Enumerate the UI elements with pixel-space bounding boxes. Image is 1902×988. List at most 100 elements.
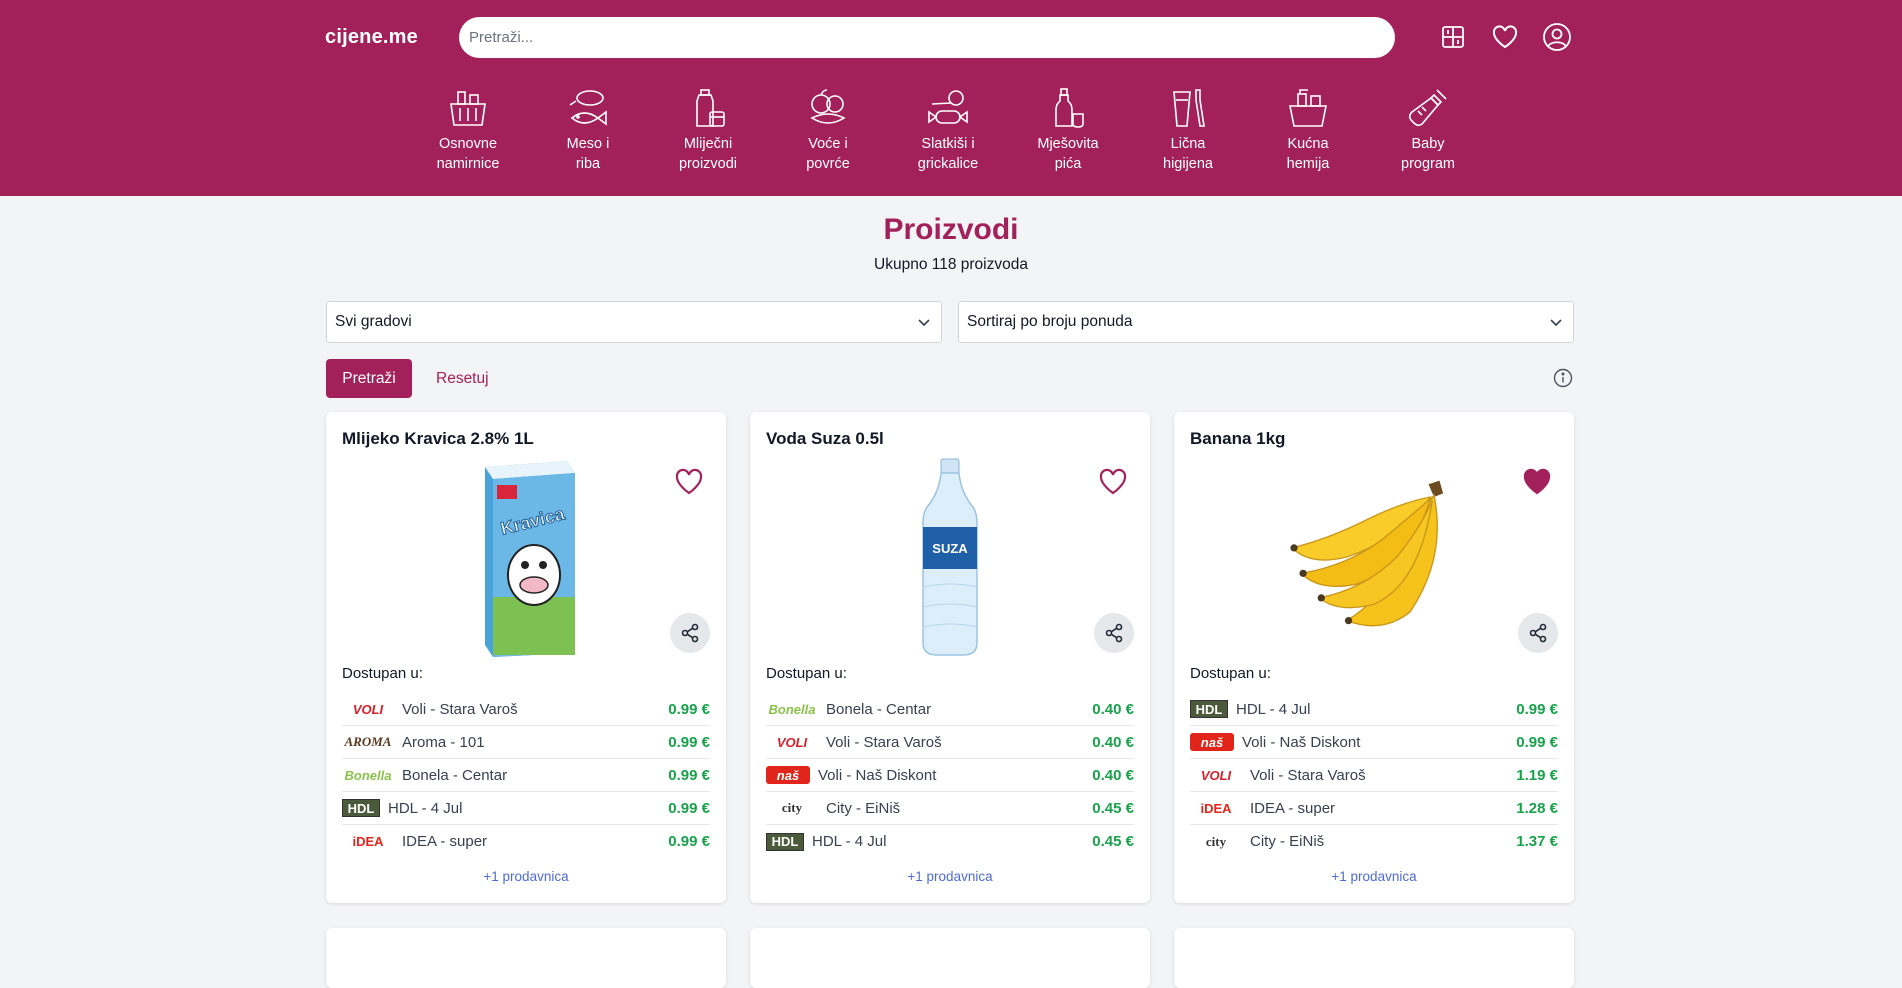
product-card[interactable]: Banana 1kg Dostupan u: HDL HDL - 4 Jul 0… — [1174, 412, 1574, 903]
store-row[interactable]: Bonella Bonela - Centar 0.99 € — [342, 759, 710, 792]
search-button[interactable]: Pretraži — [326, 359, 412, 398]
store-price: 0.99 € — [668, 733, 710, 751]
drinks-icon — [1055, 88, 1084, 128]
store-row[interactable]: iDEA IDEA - super 1.28 € — [1190, 792, 1558, 825]
header-actions — [1438, 22, 1572, 52]
store-price: 0.99 € — [668, 766, 710, 784]
store-name: City - EiNiš — [826, 799, 901, 817]
category-label: Baby — [1411, 136, 1445, 152]
available-label: Dostupan u: — [1190, 665, 1271, 682]
baby-bottle-icon — [1408, 89, 1447, 127]
store-list: VOLI Voli - Stara Varoš 0.99 € AROMA Aro… — [342, 693, 710, 858]
city-select[interactable]: Svi gradovi — [326, 301, 942, 343]
sort-select[interactable]: Sortiraj po broju ponuda — [958, 301, 1574, 343]
product-card[interactable]: Mlijeko Kravica 2.8% 1L Kravica Dostupan… — [326, 412, 726, 903]
catalog-icon[interactable] — [1438, 22, 1468, 52]
store-name: HDL - 4 Jul — [388, 799, 463, 817]
share-button[interactable] — [670, 613, 710, 653]
store-logo-hdl: HDL — [766, 832, 804, 851]
product-name[interactable]: Mlijeko Kravica 2.8% 1L — [342, 429, 534, 449]
category-voce-i-povrce[interactable]: Voće i povrće — [768, 86, 888, 174]
favorites-icon[interactable] — [1490, 22, 1520, 52]
product-name[interactable]: Voda Suza 0.5l — [766, 429, 884, 449]
product-image-milk-carton: Kravica — [426, 457, 626, 657]
category-kucna-hemija[interactable]: Kućna hemija — [1248, 86, 1368, 174]
category-nav: Osnovne namirnice Meso i riba Mliječni p… — [408, 86, 1488, 174]
reset-button[interactable]: Resetuj — [436, 359, 489, 398]
category-slatkisi-i-grickalice[interactable]: Slatkiši i grickalice — [888, 86, 1008, 174]
store-row[interactable]: VOLI Voli - Stara Varoš 0.99 € — [342, 693, 710, 726]
user-account-icon[interactable] — [1542, 22, 1572, 52]
category-baby-program[interactable]: Baby program — [1368, 86, 1488, 174]
store-logo-voli: VOLI — [776, 734, 808, 750]
category-mlijecni-proizvodi[interactable]: Mliječni proizvodi — [648, 86, 768, 174]
store-row[interactable]: naš Voli - Naš Diskont 0.99 € — [1190, 726, 1558, 759]
store-row[interactable]: iDEA IDEA - super 0.99 € — [342, 825, 710, 858]
store-name: Voli - Stara Varoš — [1250, 766, 1366, 784]
store-row[interactable]: city City - EiNiš 0.45 € — [766, 792, 1134, 825]
store-price: 0.99 € — [668, 700, 710, 718]
heart-filled-icon[interactable] — [1522, 467, 1552, 497]
store-logo-city: city — [1205, 833, 1227, 849]
store-price: 0.99 € — [1516, 733, 1558, 751]
page-title: Proizvodi — [883, 213, 1019, 246]
store-name: Voli - Stara Varoš — [402, 700, 518, 718]
more-stores-link[interactable]: +1 prodavnica — [1174, 869, 1574, 884]
site-logo[interactable]: cijene.me — [325, 26, 418, 49]
search-input[interactable] — [469, 29, 1385, 46]
more-stores-link[interactable]: +1 prodavnica — [326, 869, 726, 884]
category-label: pića — [1054, 156, 1082, 172]
store-list: HDL HDL - 4 Jul 0.99 € naš Voli - Naš Di… — [1190, 693, 1558, 858]
heart-outline-icon[interactable] — [674, 467, 704, 497]
store-row[interactable]: HDL HDL - 4 Jul 0.45 € — [766, 825, 1134, 858]
product-card[interactable]: Voda Suza 0.5l SUZA Dostupan u: Bonella … — [750, 412, 1150, 903]
store-list: Bonella Bonela - Centar 0.40 € VOLI Voli… — [766, 693, 1134, 858]
product-image-bananas — [1274, 457, 1474, 657]
category-label: Osnovne — [438, 136, 498, 152]
store-name: City - EiNiš — [1250, 833, 1325, 850]
store-name: HDL - 4 Jul — [812, 833, 887, 850]
store-row[interactable]: AROMA Aroma - 101 0.99 € — [342, 726, 710, 759]
store-name: Voli - Stara Varoš — [826, 733, 942, 751]
share-icon — [1529, 623, 1547, 643]
product-name[interactable]: Banana 1kg — [1190, 429, 1285, 449]
info-icon[interactable] — [1553, 368, 1573, 388]
store-price: 0.40 € — [1092, 733, 1134, 751]
store-name: IDEA - super — [1250, 799, 1336, 817]
store-row[interactable]: naš Voli - Naš Diskont 0.40 € — [766, 759, 1134, 792]
product-card-partial[interactable] — [326, 928, 726, 988]
store-price: 1.37 € — [1516, 833, 1558, 850]
store-price: 0.40 € — [1092, 700, 1134, 718]
store-row[interactable]: VOLI Voli - Stara Varoš 0.40 € — [766, 726, 1134, 759]
store-row[interactable]: city City - EiNiš 1.37 € — [1190, 825, 1558, 858]
category-label: Mješovita — [1037, 136, 1099, 152]
top-header: cijene.me Osnovne namirnice Meso i riba … — [0, 0, 1902, 196]
category-osnovne-namirnice[interactable]: Osnovne namirnice — [408, 86, 528, 174]
category-label: proizvodi — [678, 156, 738, 172]
product-card-partial[interactable] — [750, 928, 1150, 988]
heart-outline-icon[interactable] — [1098, 467, 1128, 497]
product-count: Ukupno 118 proizvoda — [874, 256, 1028, 273]
share-button[interactable] — [1094, 613, 1134, 653]
available-label: Dostupan u: — [766, 665, 847, 682]
share-icon — [681, 623, 699, 643]
category-licna-higijena[interactable]: Lična higijena — [1128, 86, 1248, 174]
search-bar[interactable] — [459, 17, 1395, 58]
category-meso-i-riba[interactable]: Meso i riba — [528, 86, 648, 174]
meat-fish-icon — [569, 90, 607, 126]
share-button[interactable] — [1518, 613, 1558, 653]
store-price: 0.45 € — [1092, 833, 1134, 850]
more-stores-link[interactable]: +1 prodavnica — [750, 869, 1150, 884]
basket-icon — [450, 91, 486, 126]
category-mjesovita-pica[interactable]: Mješovita pića — [1008, 86, 1128, 174]
store-row[interactable]: VOLI Voli - Stara Varoš 1.19 € — [1190, 759, 1558, 792]
store-row[interactable]: HDL HDL - 4 Jul 0.99 € — [342, 792, 710, 825]
product-card-partial[interactable] — [1174, 928, 1574, 988]
store-name: Bonela - Centar — [826, 700, 932, 718]
category-label: grickalice — [917, 156, 979, 172]
store-name: Voli - Naš Diskont — [1242, 733, 1361, 751]
store-row[interactable]: Bonella Bonela - Centar 0.40 € — [766, 693, 1134, 726]
store-row[interactable]: HDL HDL - 4 Jul 0.99 € — [1190, 693, 1558, 726]
store-logo-nas-diskont: naš — [1190, 733, 1234, 751]
store-price: 0.40 € — [1092, 766, 1134, 784]
